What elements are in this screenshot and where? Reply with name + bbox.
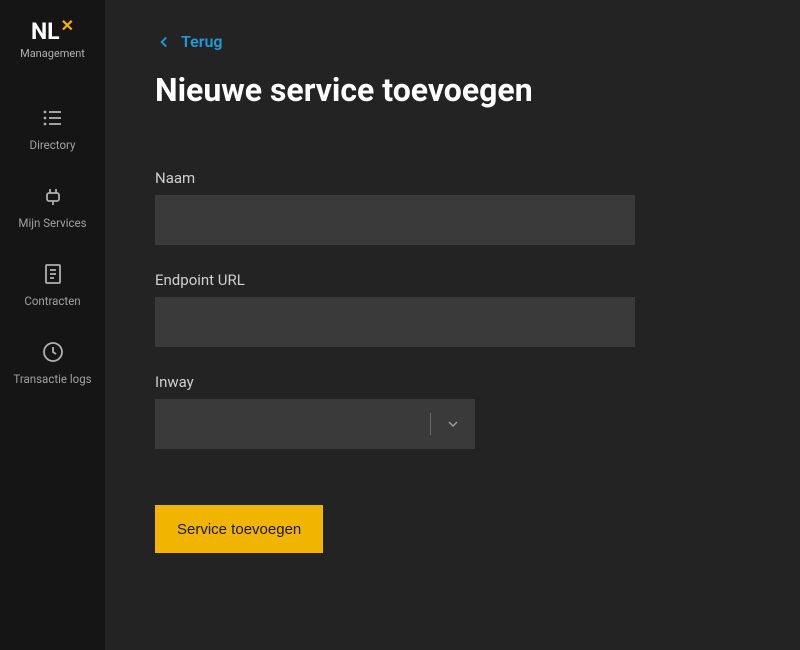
back-link[interactable]: Terug [155,32,223,51]
logo-subtitle: Management [20,47,85,60]
main-content: Terug Nieuwe service toevoegen Naam Endp… [105,0,800,650]
form-group-inway: Inway [155,373,750,449]
sidebar-item-label: Directory [30,138,76,152]
logo: NL ✕ Management [20,20,85,60]
submit-button[interactable]: Service toevoegen [155,505,323,553]
logo-x-icon: ✕ [61,18,74,34]
sidebar-item-directory[interactable]: Directory [0,90,105,168]
sidebar: NL ✕ Management Directory Mijn Services [0,0,105,650]
document-icon [41,262,65,286]
endpoint-label: Endpoint URL [155,271,750,289]
clock-icon [41,340,65,364]
back-label: Terug [181,32,223,51]
inway-selected-value [155,399,430,449]
form-group-endpoint: Endpoint URL [155,271,750,347]
chevron-left-icon [155,33,173,51]
name-input[interactable] [155,195,635,245]
page-title: Nieuwe service toevoegen [155,71,750,109]
inway-select[interactable] [155,399,475,449]
logo-text: NL [31,20,60,43]
form-group-name: Naam [155,169,750,245]
endpoint-input[interactable] [155,297,635,347]
list-icon [41,106,65,130]
inway-label: Inway [155,373,750,391]
sidebar-item-label: Contracten [24,294,80,308]
sidebar-item-label: Mijn Services [18,216,86,230]
sidebar-item-logs[interactable]: Transactie logs [0,324,105,402]
name-label: Naam [155,169,750,187]
chevron-down-icon [431,399,475,449]
sidebar-item-services[interactable]: Mijn Services [0,168,105,246]
sidebar-item-label: Transactie logs [13,372,91,386]
plug-icon [41,184,65,208]
sidebar-item-contracts[interactable]: Contracten [0,246,105,324]
